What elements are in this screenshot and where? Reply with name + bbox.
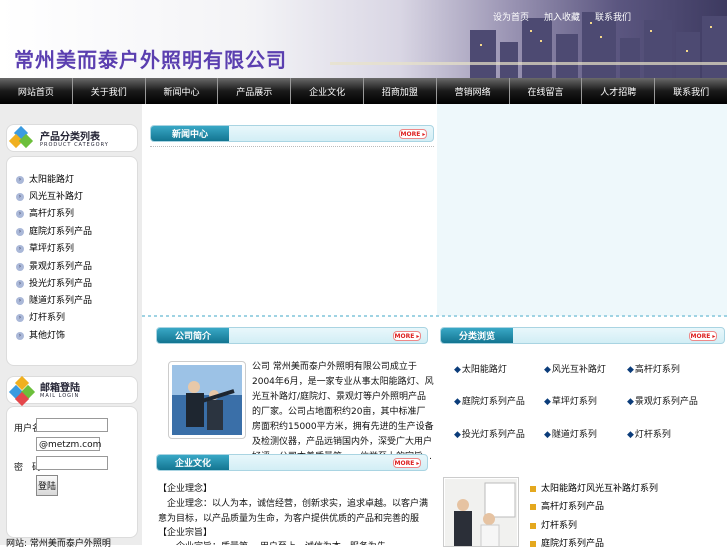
culture-header: 企业文化 MORE ▸ [156,454,428,471]
about-more-link[interactable]: MORE ▸ [393,331,421,341]
left-sidebar: 产品分类列表 PRODUCT CATEGORY › 太阳能路灯 › 风光互补路灯 ›… [0,104,142,549]
mail-title: 邮箱登陆 [40,383,80,394]
classify-item[interactable]: ◆草坪灯系列 [544,394,597,407]
arrow-icon: › [16,313,24,322]
product-image-frame [443,477,519,547]
nav-item-home[interactable]: 网站首页 [0,78,73,104]
arrow-icon: › [16,209,24,218]
nav-item-contact[interactable]: 联系我们 [655,78,727,104]
top-link-contact[interactable]: 联系我们 [595,10,631,23]
company-name: 常州美而泰户外照明有限公司 [14,48,287,72]
culture-text-2: 企业宗旨：质量第一 用户至上，诚信为本，服务为先 [158,540,434,545]
nav-item-about[interactable]: 关于我们 [73,78,146,104]
category-logo-icon [8,125,34,152]
bullet-icon [530,540,536,547]
nav-item-network[interactable]: 营销网络 [437,78,510,104]
mail-domain-select[interactable]: @metzm.com [36,437,101,451]
category-item[interactable]: › 其他灯饰 [16,328,65,341]
classify-more-link[interactable]: MORE ▸ [689,331,717,341]
top-link-favorite[interactable]: 加入收藏 [544,10,580,23]
arrow-icon: › [16,227,24,236]
product-list-item[interactable]: 庭院灯系列产品 [530,536,604,549]
arrow-icon: › [16,175,24,184]
about-title: 公司简介 [157,328,229,343]
arrow-icon: › [16,244,24,253]
category-item[interactable]: › 太阳能路灯 [16,172,74,185]
top-link-home[interactable]: 设为首页 [493,10,529,23]
about-text: 公司 常州美而泰户外照明有限公司成立于2004年6月，是一家专业从事太阳能路灯、… [252,362,434,462]
news-header: 新闻中心 MORE ▸ [150,125,434,142]
sidebar-footer-text: 网站: 常州美而泰户外照明 [6,539,111,549]
category-item[interactable]: › 草坪灯系列 [16,241,74,254]
category-subtitle: PRODUCT CATEGORY [40,142,109,148]
product-list-item[interactable]: 高杆灯系列产品 [530,499,604,512]
news-title: 新闻中心 [151,126,229,141]
culture-more-link[interactable]: MORE ▸ [393,458,421,468]
mail-logo-icon [8,375,36,407]
arrow-icon: › [16,331,24,340]
classify-title: 分类浏览 [441,328,513,343]
culture-text-1: 企业理念：以人为本，诚信经营，创新求实，追求卓越。以客户满意为目标，以产品质量为… [158,499,429,524]
classify-item[interactable]: ◆庭院灯系列产品 [454,394,525,407]
product-photo [445,479,517,546]
news-more-link[interactable]: MORE ▸ [399,129,427,139]
classify-item[interactable]: ◆隧道灯系列 [544,427,597,440]
nav-item-culture[interactable]: 企业文化 [291,78,364,104]
classify-header: 分类浏览 MORE ▸ [440,327,725,344]
login-button[interactable]: 登陆 [36,475,58,496]
arrow-icon: › [16,279,24,288]
right-top-area [437,104,727,316]
main-nav: 网站首页 关于我们 新闻中心 产品展示 企业文化 招商加盟 营销网络 在线留言 … [0,78,727,104]
culture-heading-2: 【企业宗旨】 [158,528,213,538]
category-item[interactable]: › 风光互补路灯 [16,189,83,202]
mail-subtitle: MAIL LOGIN [40,393,80,399]
product-list-item[interactable]: 太阳能路灯风光互补路灯系列 [530,481,658,494]
username-input[interactable] [36,418,108,432]
about-photo [172,365,242,435]
bullet-icon [530,522,536,529]
section-divider [142,315,727,317]
category-item[interactable]: › 隧道灯系列产品 [16,293,92,306]
password-input[interactable] [36,456,108,470]
classify-item[interactable]: ◆风光互补路灯 [544,362,606,375]
culture-title: 企业文化 [157,455,229,470]
nav-item-message[interactable]: 在线留言 [510,78,583,104]
nav-item-news[interactable]: 新闻中心 [146,78,219,104]
category-item[interactable]: › 投光灯系列产品 [16,276,92,289]
category-item[interactable]: › 灯杆系列 [16,310,65,323]
classify-item[interactable]: ◆灯杆系列 [627,427,671,440]
arrow-icon: › [16,262,24,271]
category-item[interactable]: › 庭院灯系列产品 [16,224,92,237]
nav-item-products[interactable]: 产品展示 [218,78,292,104]
arrow-icon: › [16,192,24,201]
classify-item[interactable]: ◆高杆灯系列 [627,362,680,375]
product-list-item[interactable]: 灯杆系列 [530,518,577,531]
category-item[interactable]: › 高杆灯系列 [16,206,74,219]
category-item[interactable]: › 景观灯系列产品 [16,259,92,272]
category-title: 产品分类列表 [40,132,100,143]
about-header: 公司简介 MORE ▸ [156,327,428,344]
culture-heading-1: 【企业理念】 [158,484,213,494]
classify-item[interactable]: ◆投光灯系列产品 [454,427,525,440]
classify-item[interactable]: ◆太阳能路灯 [454,362,507,375]
bullet-icon [530,485,536,492]
classify-item[interactable]: ◆景观灯系列产品 [627,394,698,407]
news-divider [150,146,434,148]
nav-item-jobs[interactable]: 人才招聘 [582,78,656,104]
about-image-frame [168,361,246,439]
arrow-icon: › [16,296,24,305]
bullet-icon [530,503,536,510]
nav-item-franchise[interactable]: 招商加盟 [364,78,437,104]
